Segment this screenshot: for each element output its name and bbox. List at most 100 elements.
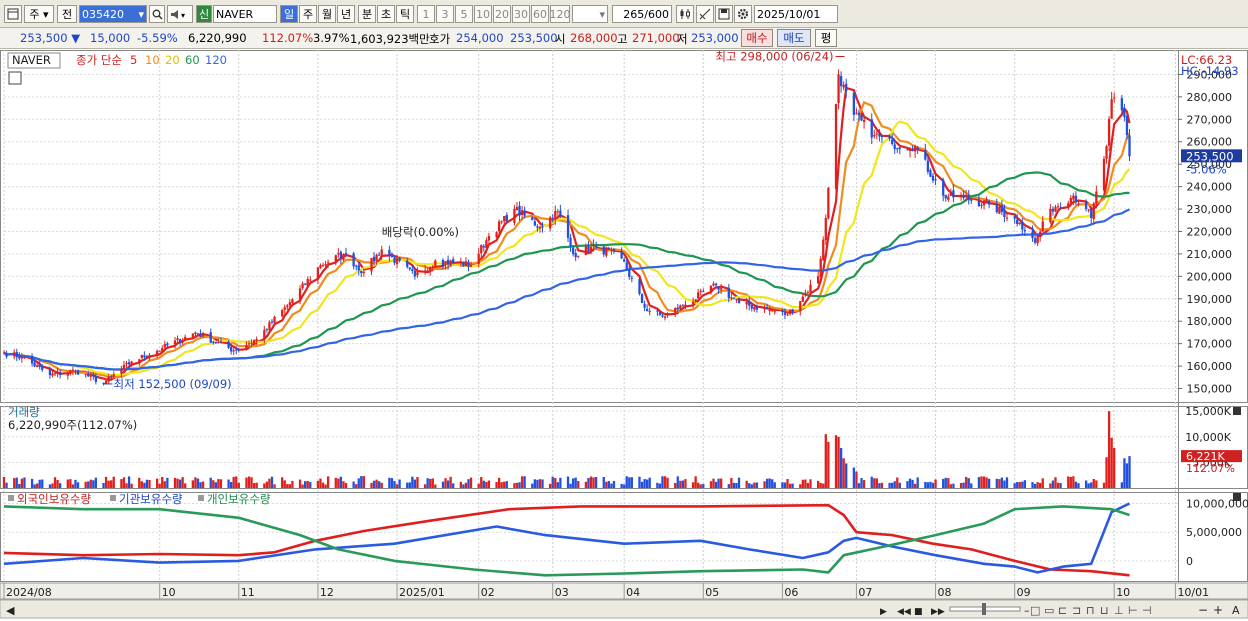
candle-body — [138, 359, 141, 363]
candle-body — [462, 261, 465, 267]
market-select[interactable]: 주 ▾ — [24, 5, 54, 23]
volume-bar — [594, 477, 598, 488]
period-month[interactable]: 월 — [318, 5, 336, 23]
custom-period-select[interactable]: ▾ — [572, 5, 608, 23]
volume-bar — [326, 476, 330, 488]
volume-tick-label: 10,000K — [1185, 431, 1231, 444]
candle-body — [411, 269, 414, 271]
volume-bar — [727, 484, 730, 488]
crosshair-icon[interactable] — [696, 5, 714, 23]
minute-60[interactable]: 60 — [531, 5, 549, 23]
candle-body — [372, 256, 376, 262]
candle-body — [860, 114, 863, 121]
chart-type-icon[interactable] — [4, 5, 22, 23]
settings-icon[interactable] — [734, 5, 752, 23]
minute-5[interactable]: 5 — [455, 5, 473, 23]
volume-bar — [41, 479, 44, 488]
candle-body — [360, 270, 363, 274]
low-label: 저 — [677, 32, 688, 46]
minute-1[interactable]: 1 — [417, 5, 435, 23]
stock-name-input[interactable]: NAVER — [213, 5, 277, 23]
candle-body — [750, 305, 753, 309]
volume-bar — [1049, 483, 1052, 488]
chart-area[interactable]: 2024/08 10 11 12 2025/01 02 03 04 05 06 07 08 09 10 10… — [0, 50, 1248, 621]
tool-icon-1: ▭ — [1044, 604, 1054, 617]
candle-body — [500, 221, 503, 223]
volume-bar — [286, 484, 289, 488]
code-input[interactable]: 035420 ▾ — [79, 5, 147, 23]
candle-body — [1120, 98, 1124, 111]
speaker-icon[interactable]: ▾ — [167, 5, 193, 23]
volume-bar — [219, 479, 223, 488]
period-minute[interactable]: 분 — [358, 5, 376, 23]
playback-control-1: ◀◀ — [897, 607, 911, 617]
volume-bar — [809, 479, 812, 488]
minute-120[interactable]: 120 — [550, 5, 571, 23]
period-second[interactable]: 초 — [377, 5, 395, 23]
candle-body — [298, 288, 302, 300]
candle-icon[interactable] — [676, 5, 694, 23]
candle-body — [515, 207, 519, 211]
prev-button[interactable]: 전 — [57, 5, 77, 23]
candle-body — [839, 76, 843, 87]
volume-bar — [970, 483, 973, 488]
volume-bar — [1013, 483, 1016, 488]
candle-body — [125, 362, 128, 365]
tool-icon-8: ⊣ — [1142, 604, 1152, 617]
candle-body — [393, 257, 396, 263]
candle-body — [727, 287, 730, 299]
candle-body — [145, 356, 149, 358]
period-day[interactable]: 일 — [280, 5, 298, 23]
volume-bar — [255, 482, 258, 488]
candle-body — [679, 305, 682, 310]
volume-bar — [520, 476, 524, 488]
volume-bar — [273, 484, 276, 488]
price-tick-label: 210,000 — [1187, 248, 1233, 261]
candle-body — [1005, 217, 1009, 219]
date-input[interactable]: 2025/10/01 — [754, 5, 838, 23]
candle-body — [1054, 206, 1057, 212]
volume-bar — [640, 481, 644, 488]
x-tick-label: 02 — [481, 586, 495, 599]
bid-text: 253,500 — [510, 31, 558, 45]
candle-body — [76, 370, 80, 375]
candle-body — [908, 150, 912, 152]
count-input[interactable]: 265/600 — [612, 5, 672, 23]
candle-body — [196, 333, 200, 335]
buy-button[interactable]: 매수 — [741, 29, 773, 47]
volume-bar — [893, 481, 896, 488]
volume-bar — [104, 476, 108, 488]
sell-button[interactable]: 매도 — [777, 29, 811, 47]
minute-3[interactable]: 3 — [436, 5, 454, 23]
candle-body — [584, 246, 588, 255]
candle-body — [768, 310, 771, 312]
volume-bar — [130, 483, 133, 488]
volume-bar — [834, 435, 838, 488]
minute-30[interactable]: 30 — [512, 5, 530, 23]
candle-body — [967, 195, 970, 201]
minute-10[interactable]: 10 — [474, 5, 492, 23]
candle-body — [589, 247, 593, 252]
candle-body — [74, 370, 77, 372]
candle-body — [380, 249, 383, 255]
candle-body — [755, 306, 759, 310]
volume-bar — [842, 458, 845, 488]
volume-bar — [1074, 481, 1078, 488]
volume-bar — [982, 476, 986, 488]
candle-body — [94, 376, 98, 382]
save-icon[interactable] — [715, 5, 733, 23]
search-icon[interactable] — [149, 5, 165, 23]
period-week[interactable]: 주 — [299, 5, 317, 23]
volume-bar — [370, 482, 373, 488]
minute-20[interactable]: 20 — [493, 5, 511, 23]
volume-bar — [355, 484, 358, 488]
volume-bar — [602, 477, 605, 488]
period-year[interactable]: 년 — [337, 5, 355, 23]
volume-bar — [523, 476, 526, 488]
period-tick[interactable]: 틱 — [396, 5, 414, 23]
candle-body — [842, 84, 845, 88]
candle-body — [1049, 209, 1052, 223]
eval-button[interactable]: 평 — [815, 29, 837, 47]
price-tick-label: 150,000 — [1187, 383, 1233, 396]
volume-bar — [36, 483, 39, 488]
